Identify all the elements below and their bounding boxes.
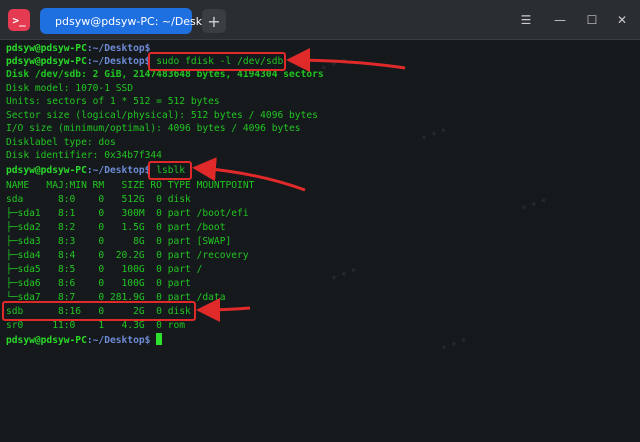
minimize-icon[interactable]: — (552, 12, 568, 28)
maximize-icon[interactable]: ☐ (584, 12, 600, 28)
new-tab-button[interactable]: + (202, 9, 226, 33)
arrow-to-fdisk-icon (286, 48, 406, 73)
arrow-to-lsblk-icon (192, 157, 306, 192)
tab-active-terminal[interactable]: pdsyw@pdsyw-PC: ~/Desktop (40, 8, 220, 34)
arrow-to-sdb-icon (196, 297, 251, 322)
terminal-output[interactable]: ✦ ✦ ✦ ✦ ✦ ✦ ✦ ✦ ✦ ✦ ✦ ✦ ✦ ✦ ✦ pdsyw@pdsy… (0, 40, 640, 442)
close-icon[interactable]: ✕ (614, 12, 630, 28)
tab-title: pdsyw@pdsyw-PC: ~/Desktop (55, 14, 221, 28)
terminal-window: >_ pdsyw@pdsyw-PC: ~/Desktop + ☰ — ☐ ✕ ✦… (0, 0, 640, 442)
title-bar: >_ pdsyw@pdsyw-PC: ~/Desktop + ☰ — ☐ ✕ (0, 0, 640, 40)
terminal-app-icon[interactable]: >_ (8, 9, 30, 31)
annotation-arrows (192, 48, 406, 322)
menu-icon[interactable]: ☰ (518, 12, 534, 28)
